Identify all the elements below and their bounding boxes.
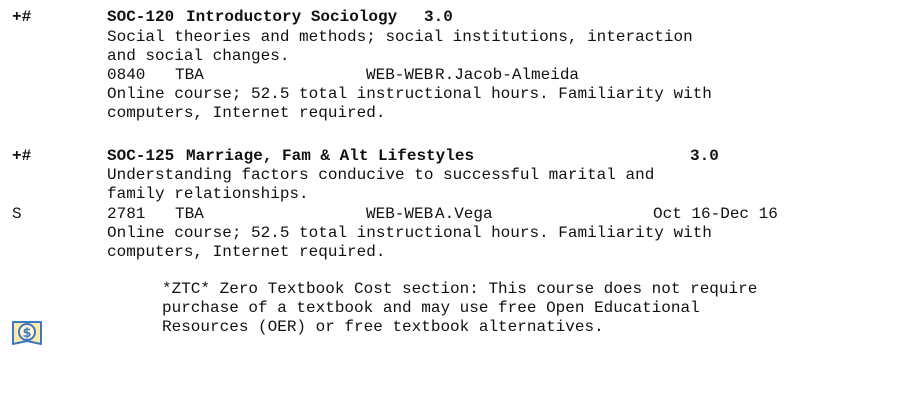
course-units: 3.0 — [690, 147, 719, 165]
svg-text:$: $ — [22, 326, 31, 341]
course-description-line: Social theories and methods; social inst… — [107, 28, 693, 46]
section-prefix: S — [12, 205, 22, 223]
course-note-line: Online course; 52.5 total instructional … — [107, 85, 712, 103]
section-dates: Oct 16-Dec 16 — [653, 205, 778, 223]
section-time: TBA — [175, 66, 204, 84]
section-number: 0840 — [107, 66, 146, 84]
section-location: WEB-WEB — [366, 205, 434, 223]
ztc-note-line: purchase of a textbook and may use free … — [162, 299, 700, 317]
course-code: SOC-120 — [107, 8, 175, 26]
course-flags: +# — [12, 147, 32, 165]
course-title: Introductory Sociology — [186, 8, 398, 26]
section-time: TBA — [175, 205, 204, 223]
section-instructor: A.Vega — [435, 205, 493, 223]
section-location: WEB-WEB — [366, 66, 434, 84]
ztc-note-line: *ZTC* Zero Textbook Cost section: This c… — [162, 280, 758, 298]
course-flags: +# — [12, 8, 32, 26]
course-description-line: Understanding factors conducive to succe… — [107, 166, 655, 184]
course-code: SOC-125 — [107, 147, 175, 165]
section-number: 2781 — [107, 205, 146, 223]
course-note-line: computers, Internet required. — [107, 104, 386, 122]
zero-textbook-cost-icon: $ — [12, 321, 42, 345]
course-title: Marriage, Fam & Alt Lifestyles — [186, 147, 475, 165]
ztc-note-line: Resources (OER) or free textbook alterna… — [162, 318, 604, 336]
course-description-line: family relationships. — [107, 185, 309, 203]
course-description-line: and social changes. — [107, 47, 290, 65]
course-units: 3.0 — [424, 8, 453, 26]
section-instructor: R.Jacob-Almeida — [435, 66, 580, 84]
course-note-line: computers, Internet required. — [107, 243, 386, 261]
course-note-line: Online course; 52.5 total instructional … — [107, 224, 712, 242]
